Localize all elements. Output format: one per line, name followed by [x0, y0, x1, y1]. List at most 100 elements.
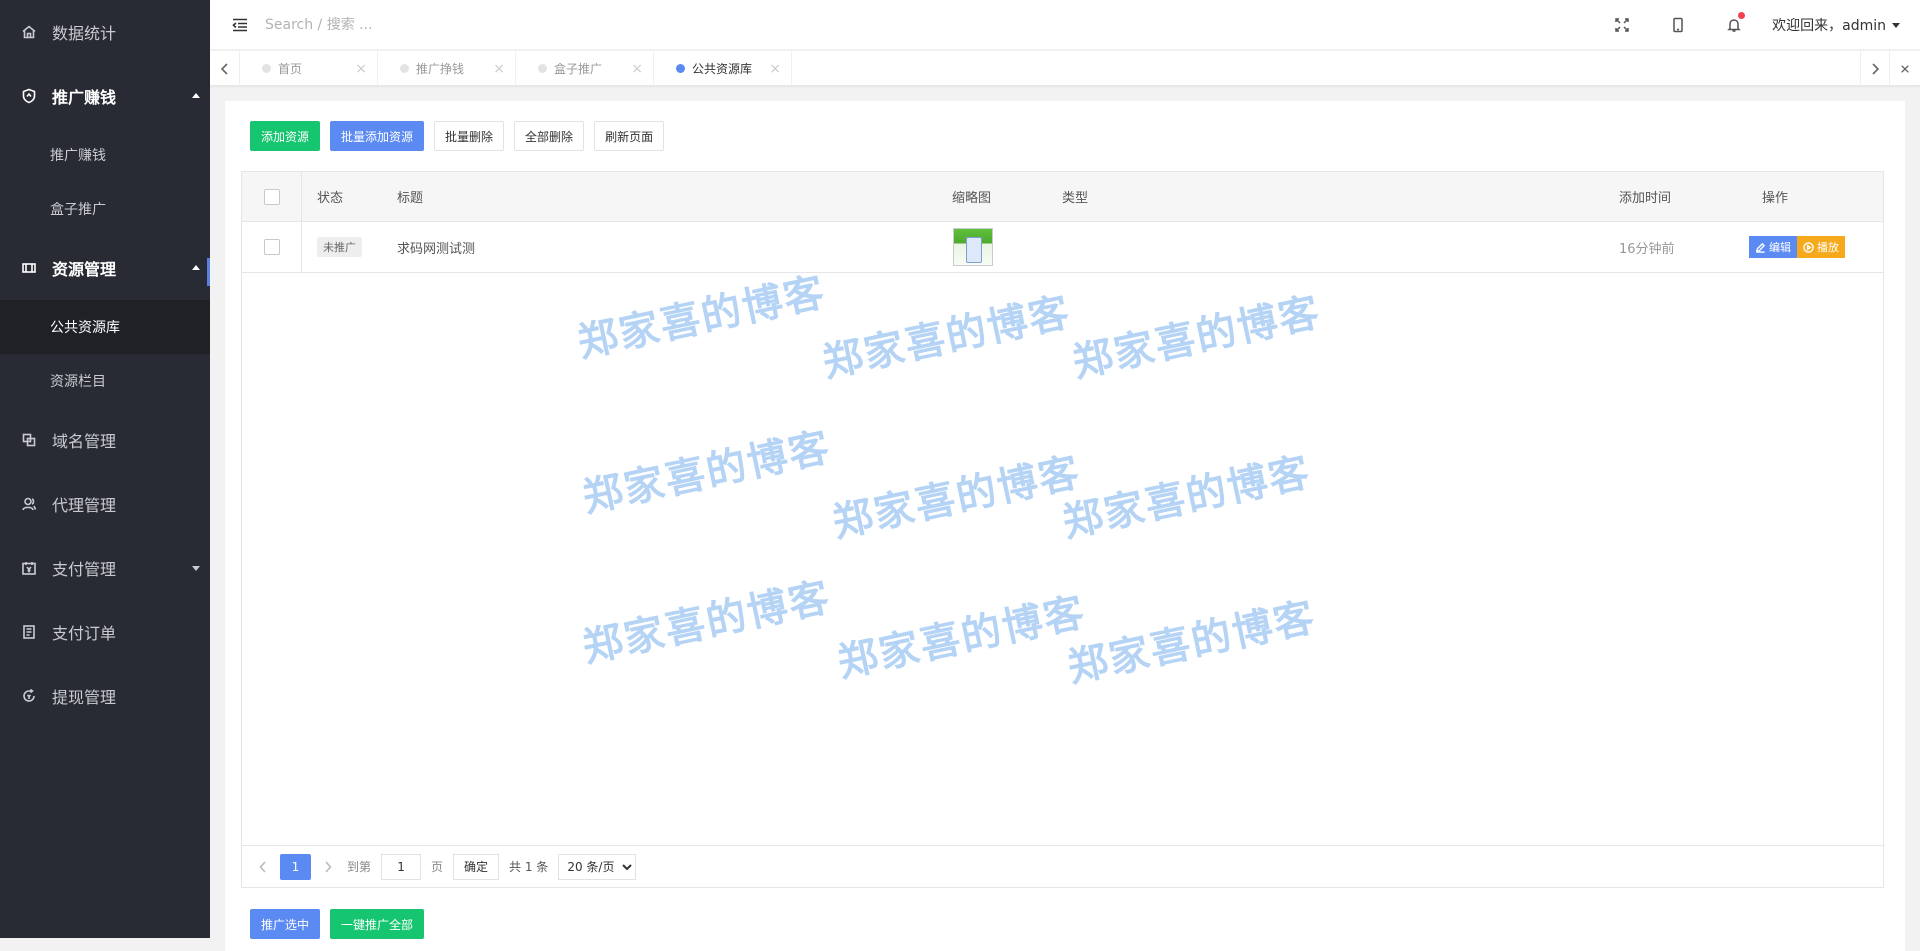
- column-header-title: 标题: [397, 191, 424, 206]
- tabs-scroll-left-icon[interactable]: [210, 51, 240, 86]
- goto-confirm-button[interactable]: 确定: [453, 853, 500, 880]
- home-icon: [20, 23, 38, 41]
- sidebar-item-label: 支付管理: [52, 560, 117, 579]
- thumbnail-image[interactable]: [953, 228, 993, 266]
- user-greeting: 欢迎回来，admin: [1772, 18, 1886, 34]
- column-header-status: 状态: [317, 191, 344, 206]
- column-header-actions: 操作: [1762, 191, 1789, 206]
- tab-home[interactable]: 首页 ×: [240, 51, 378, 86]
- thumbnail-cell: [953, 222, 993, 272]
- sidebar-item-promote[interactable]: 推广赚钱: [0, 64, 210, 128]
- tab-label: 盒子推广: [554, 62, 603, 76]
- promote-all-button[interactable]: 一键推广全部: [330, 909, 425, 939]
- actions-cell: 编辑 播放: [1749, 222, 1845, 272]
- time-cell: 16分钟前: [1619, 241, 1675, 257]
- tab-box-promote[interactable]: 盒子推广 ×: [516, 51, 654, 86]
- delete-all-button[interactable]: 全部删除: [514, 121, 585, 151]
- mobile-icon[interactable]: [1650, 0, 1706, 50]
- sidebar-subitem-promote-earn[interactable]: 推广赚钱: [0, 128, 210, 182]
- edit-button[interactable]: 编辑: [1749, 236, 1797, 258]
- current-page-button[interactable]: 1: [280, 853, 311, 880]
- goto-label: 到第: [347, 860, 372, 874]
- tab-promote[interactable]: 推广挣钱 ×: [378, 51, 516, 86]
- refresh-page-button[interactable]: 刷新页面: [594, 121, 665, 151]
- sidebar-item-payment[interactable]: 支付管理: [0, 536, 210, 600]
- close-icon[interactable]: ×: [631, 61, 643, 77]
- batch-add-resource-button[interactable]: 批量添加资源: [330, 121, 425, 151]
- sidebar-item-agents[interactable]: 代理管理: [0, 472, 210, 536]
- table-row: 未推广 求码网测试测 16分钟前 编辑 播放: [242, 222, 1883, 273]
- select-all-checkbox[interactable]: [263, 188, 280, 205]
- content-card: 添加资源 批量添加资源 批量删除 全部删除 刷新页面 状态 标题 缩略图 类型 …: [225, 101, 1905, 951]
- tab-label: 公共资源库: [692, 62, 753, 76]
- tab-dot: [676, 64, 685, 73]
- chevron-up-icon: [192, 265, 200, 270]
- pencil-icon: [1755, 242, 1766, 253]
- tab-dot: [538, 64, 547, 73]
- header-actions: 欢迎回来，admin: [1594, 0, 1920, 50]
- batch-delete-button[interactable]: 批量删除: [434, 121, 505, 151]
- bottom-actions: 推广选中 一键推广全部: [250, 909, 425, 939]
- prev-page-icon[interactable]: [252, 860, 274, 873]
- sidebar-item-payment-orders[interactable]: 支付订单: [0, 600, 210, 664]
- user-menu[interactable]: 欢迎回来，admin: [1762, 15, 1920, 35]
- close-icon[interactable]: ×: [769, 61, 781, 77]
- caret-down-icon: [1892, 22, 1900, 28]
- sidebar-item-label: 数据统计: [52, 24, 117, 43]
- row-checkbox[interactable]: [263, 239, 280, 255]
- header-checkbox-cell: [242, 172, 302, 221]
- page-size-select[interactable]: 20 条/页: [558, 853, 637, 880]
- sidebar-item-stats[interactable]: 数据统计: [0, 0, 210, 64]
- sidebar-subitem-resource-columns[interactable]: 资源栏目: [0, 354, 210, 408]
- bell-icon[interactable]: [1706, 0, 1762, 50]
- total-count: 共 1 条: [509, 860, 549, 874]
- tab-dot: [262, 64, 271, 73]
- page-tabs: 首页 × 推广挣钱 × 盒子推广 × 公共资源库 ×: [210, 51, 1920, 86]
- notification-dot: [1738, 12, 1746, 19]
- sidebar-item-label: 推广赚钱: [52, 88, 117, 107]
- tab-label: 推广挣钱: [416, 62, 465, 76]
- add-resource-button[interactable]: 添加资源: [250, 121, 321, 151]
- tabs-scroll-right-icon[interactable]: [1860, 51, 1890, 86]
- play-icon: [1803, 241, 1814, 253]
- column-header-type: 类型: [1062, 191, 1089, 206]
- tab-dot: [400, 64, 409, 73]
- resource-table: 状态 标题 缩略图 类型 添加时间 操作 未推广 求码网测试测 16分钟前 编辑…: [241, 171, 1884, 888]
- shield-icon: [20, 87, 38, 105]
- users-icon: [20, 495, 38, 513]
- goto-page-input[interactable]: [381, 853, 422, 880]
- close-icon[interactable]: ×: [355, 61, 367, 77]
- sidebar-subitem-box-promote[interactable]: 盒子推广: [0, 182, 210, 236]
- sidebar-item-label: 域名管理: [52, 432, 117, 451]
- edit-label: 编辑: [1769, 241, 1791, 254]
- sidebar-subitem-public-library[interactable]: 公共资源库: [0, 300, 210, 354]
- tab-public-library[interactable]: 公共资源库 ×: [654, 51, 792, 86]
- chevron-up-icon: [192, 93, 200, 98]
- tv-icon: [20, 259, 38, 277]
- domain-icon: [20, 431, 38, 449]
- sidebar-item-resources[interactable]: 资源管理: [0, 236, 210, 300]
- next-page-icon[interactable]: [317, 860, 339, 873]
- search-input[interactable]: [265, 9, 565, 40]
- promote-selected-button[interactable]: 推广选中: [250, 909, 321, 939]
- sidebar-item-withdrawals[interactable]: 提现管理: [0, 664, 210, 728]
- tab-label: 首页: [278, 62, 303, 76]
- sidebar-item-label: 提现管理: [52, 688, 117, 707]
- column-header-thumbnail: 缩略图: [952, 191, 992, 206]
- collapse-menu-icon[interactable]: [215, 0, 265, 50]
- tab-list: 首页 × 推广挣钱 × 盒子推广 × 公共资源库 ×: [240, 51, 792, 86]
- fullscreen-icon[interactable]: [1594, 0, 1650, 50]
- play-button[interactable]: 播放: [1797, 236, 1845, 258]
- close-icon[interactable]: ×: [493, 61, 505, 77]
- toolbar: 添加资源 批量添加资源 批量删除 全部删除 刷新页面: [250, 121, 665, 151]
- status-badge: 未推广: [317, 237, 362, 257]
- pagination: 1 到第 页 确定 共 1 条 20 条/页: [242, 845, 1883, 887]
- refresh-icon: [20, 687, 38, 705]
- wallet-icon: [20, 559, 38, 577]
- sidebar-item-domains[interactable]: 域名管理: [0, 408, 210, 472]
- sidebar-item-label: 支付订单: [52, 624, 117, 643]
- sidebar: 数据统计 推广赚钱 推广赚钱 盒子推广 资源管理 公共资源库 资源栏目 域名管理…: [0, 0, 210, 938]
- row-checkbox-cell: [242, 222, 302, 272]
- play-label: 播放: [1817, 241, 1839, 254]
- tabs-close-all-icon[interactable]: [1890, 51, 1920, 86]
